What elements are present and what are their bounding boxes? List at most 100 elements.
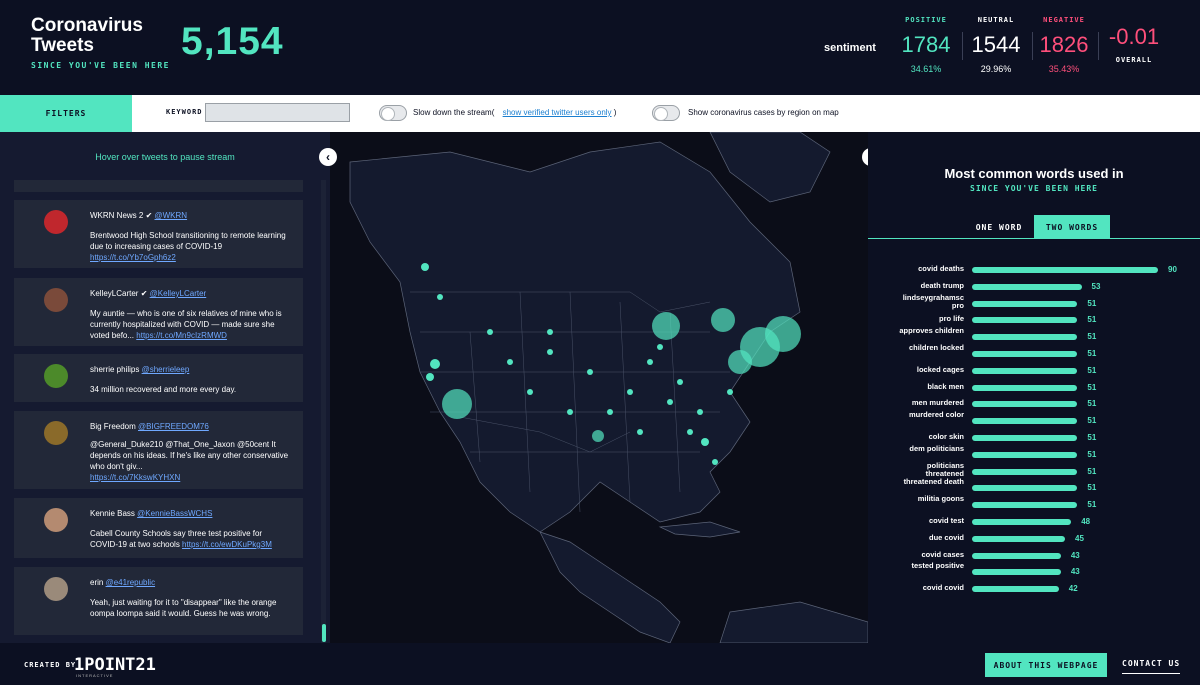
slow-stream-text: Slow down the stream( (413, 108, 495, 117)
word-label: dem politicians (909, 443, 964, 453)
word-value: 45 (1075, 533, 1084, 543)
map-marker[interactable] (421, 263, 429, 271)
word-row: black men 51 (868, 380, 1200, 396)
map-marker[interactable] (677, 379, 683, 385)
avatar (44, 421, 68, 445)
word-value: 51 (1087, 382, 1097, 392)
user-handle[interactable]: @WKRN (155, 211, 188, 220)
word-value: 51 (1087, 365, 1097, 375)
tweet-text: 34 million recovered and more every day. (90, 385, 237, 394)
tweet-link[interactable]: https://t.co/7KkswKYHXN (90, 473, 180, 482)
map-marker[interactable] (727, 389, 733, 395)
map-marker[interactable] (667, 399, 673, 405)
map-marker[interactable] (712, 459, 718, 465)
neutral-count: 1544 (971, 32, 1021, 57)
tab-two-words[interactable]: TWO WORDS (1034, 215, 1110, 239)
map-marker-large[interactable] (442, 389, 472, 419)
tweet-body: Brentwood High School transitioning to r… (90, 230, 290, 263)
filters-button[interactable]: FILTERS (0, 95, 132, 132)
tweet-card[interactable]: KelleyLCarter ✔ @KelleyLCarter My auntie… (14, 278, 303, 346)
about-button[interactable]: ABOUT THIS WEBPAGE (985, 653, 1107, 677)
user-name: Kennie Bass (90, 509, 135, 518)
word-bar (972, 435, 1078, 441)
word-label: covid cases (921, 549, 964, 559)
user-handle[interactable]: @e41republic (106, 578, 155, 587)
map-svg (349, 132, 868, 643)
word-bar (972, 334, 1078, 341)
word-value: 51 (1087, 332, 1097, 342)
map-marker[interactable] (507, 359, 513, 365)
tweet-card[interactable]: Big Freedom @BIGFREEDOM76 @General_Duke2… (14, 411, 303, 489)
word-value: 51 (1087, 466, 1097, 476)
tweet-link[interactable]: https://t.co/ewDKuPkg3M (182, 540, 272, 549)
avatar (44, 577, 68, 601)
user-name: sherrie philips (90, 365, 140, 374)
scrollbar-track[interactable] (321, 180, 326, 643)
slow-stream-toggle[interactable] (379, 105, 407, 121)
map-marker-large[interactable] (728, 350, 752, 374)
word-label: murdered color (908, 410, 964, 420)
tab-one-word[interactable]: ONE WORD (962, 215, 1036, 239)
divider (1032, 32, 1033, 60)
scrollbar-thumb[interactable] (322, 624, 326, 642)
tweet-card[interactable]: Kennie Bass @KennieBassWCHS Cabell Count… (14, 498, 303, 558)
prev-arrow-button[interactable]: ‹ (319, 148, 337, 166)
user-handle[interactable]: @KelleyLCarter (150, 289, 207, 298)
map-marker[interactable] (592, 430, 604, 442)
map[interactable] (330, 132, 868, 643)
map-marker[interactable] (567, 409, 573, 415)
neutral-percent: 29.96% (980, 64, 1012, 74)
word-bar (972, 351, 1078, 357)
map-marker[interactable] (657, 344, 663, 350)
tweet-link[interactable]: https://t.co/Yb7oGph6z2 (90, 253, 176, 262)
map-marker[interactable] (527, 389, 533, 395)
word-label: covid covid (922, 583, 964, 593)
map-marker-large[interactable] (711, 308, 735, 332)
tweet-link[interactable]: https://t.co/Mn9cIzRMWD (136, 331, 227, 340)
word-row: tested positive 43 (868, 562, 1200, 580)
word-label: politicians threatened (925, 460, 964, 478)
map-marker-large[interactable] (652, 312, 680, 340)
map-marker[interactable] (547, 349, 553, 355)
map-marker[interactable] (426, 373, 434, 381)
positive-count: 1784 (901, 32, 951, 57)
map-marker[interactable] (627, 389, 633, 395)
user-handle[interactable]: @KennieBassWCHS (137, 509, 212, 518)
words-since: SINCE YOU'VE BEEN HERE (970, 184, 1098, 193)
map-marker[interactable] (697, 409, 703, 415)
map-marker[interactable] (430, 359, 440, 369)
cases-map-toggle[interactable] (652, 105, 680, 121)
avatar (44, 364, 68, 388)
word-bar (972, 283, 1082, 290)
tweet-user: Kennie Bass @KennieBassWCHS (90, 509, 212, 518)
header: Coronavirus Tweets SINCE YOU'VE BEEN HER… (0, 0, 1200, 95)
divider (962, 32, 963, 60)
overall-value: -0.01 (1108, 24, 1160, 49)
map-marker[interactable] (647, 359, 653, 365)
map-marker[interactable] (701, 438, 709, 446)
verified-users-link[interactable]: show verified twitter users only (503, 108, 612, 117)
map-marker[interactable] (587, 369, 593, 375)
word-bar (972, 300, 1078, 307)
word-label: pro life (938, 314, 964, 324)
tweet-card[interactable]: WKRN News 2 ✔ @WKRN Brentwood High Schoo… (14, 200, 303, 268)
word-value: 90 (1168, 265, 1177, 274)
brand-logo[interactable]: 1POINT21 (74, 655, 156, 675)
map-marker[interactable] (547, 329, 553, 335)
map-marker[interactable] (487, 329, 493, 335)
tweet-card[interactable]: sherrie philips @sherrieleep 34 million … (14, 354, 303, 402)
word-label: men murdered (911, 398, 964, 408)
keyword-input[interactable] (205, 103, 350, 122)
tweet-card[interactable]: erin @e41republic Yeah, just waiting for… (14, 567, 303, 635)
map-marker-large[interactable] (765, 316, 801, 352)
user-handle[interactable]: @BIGFREEDOM76 (138, 422, 209, 431)
user-name: erin (90, 578, 104, 587)
contact-link[interactable]: CONTACT US (1122, 659, 1181, 674)
map-marker[interactable] (637, 429, 643, 435)
map-marker[interactable] (607, 409, 613, 415)
neutral-label: NEUTRAL (977, 16, 1015, 24)
word-bar (972, 485, 1078, 492)
user-handle[interactable]: @sherrieleep (142, 365, 190, 374)
map-marker[interactable] (687, 429, 693, 435)
map-marker[interactable] (437, 294, 443, 300)
